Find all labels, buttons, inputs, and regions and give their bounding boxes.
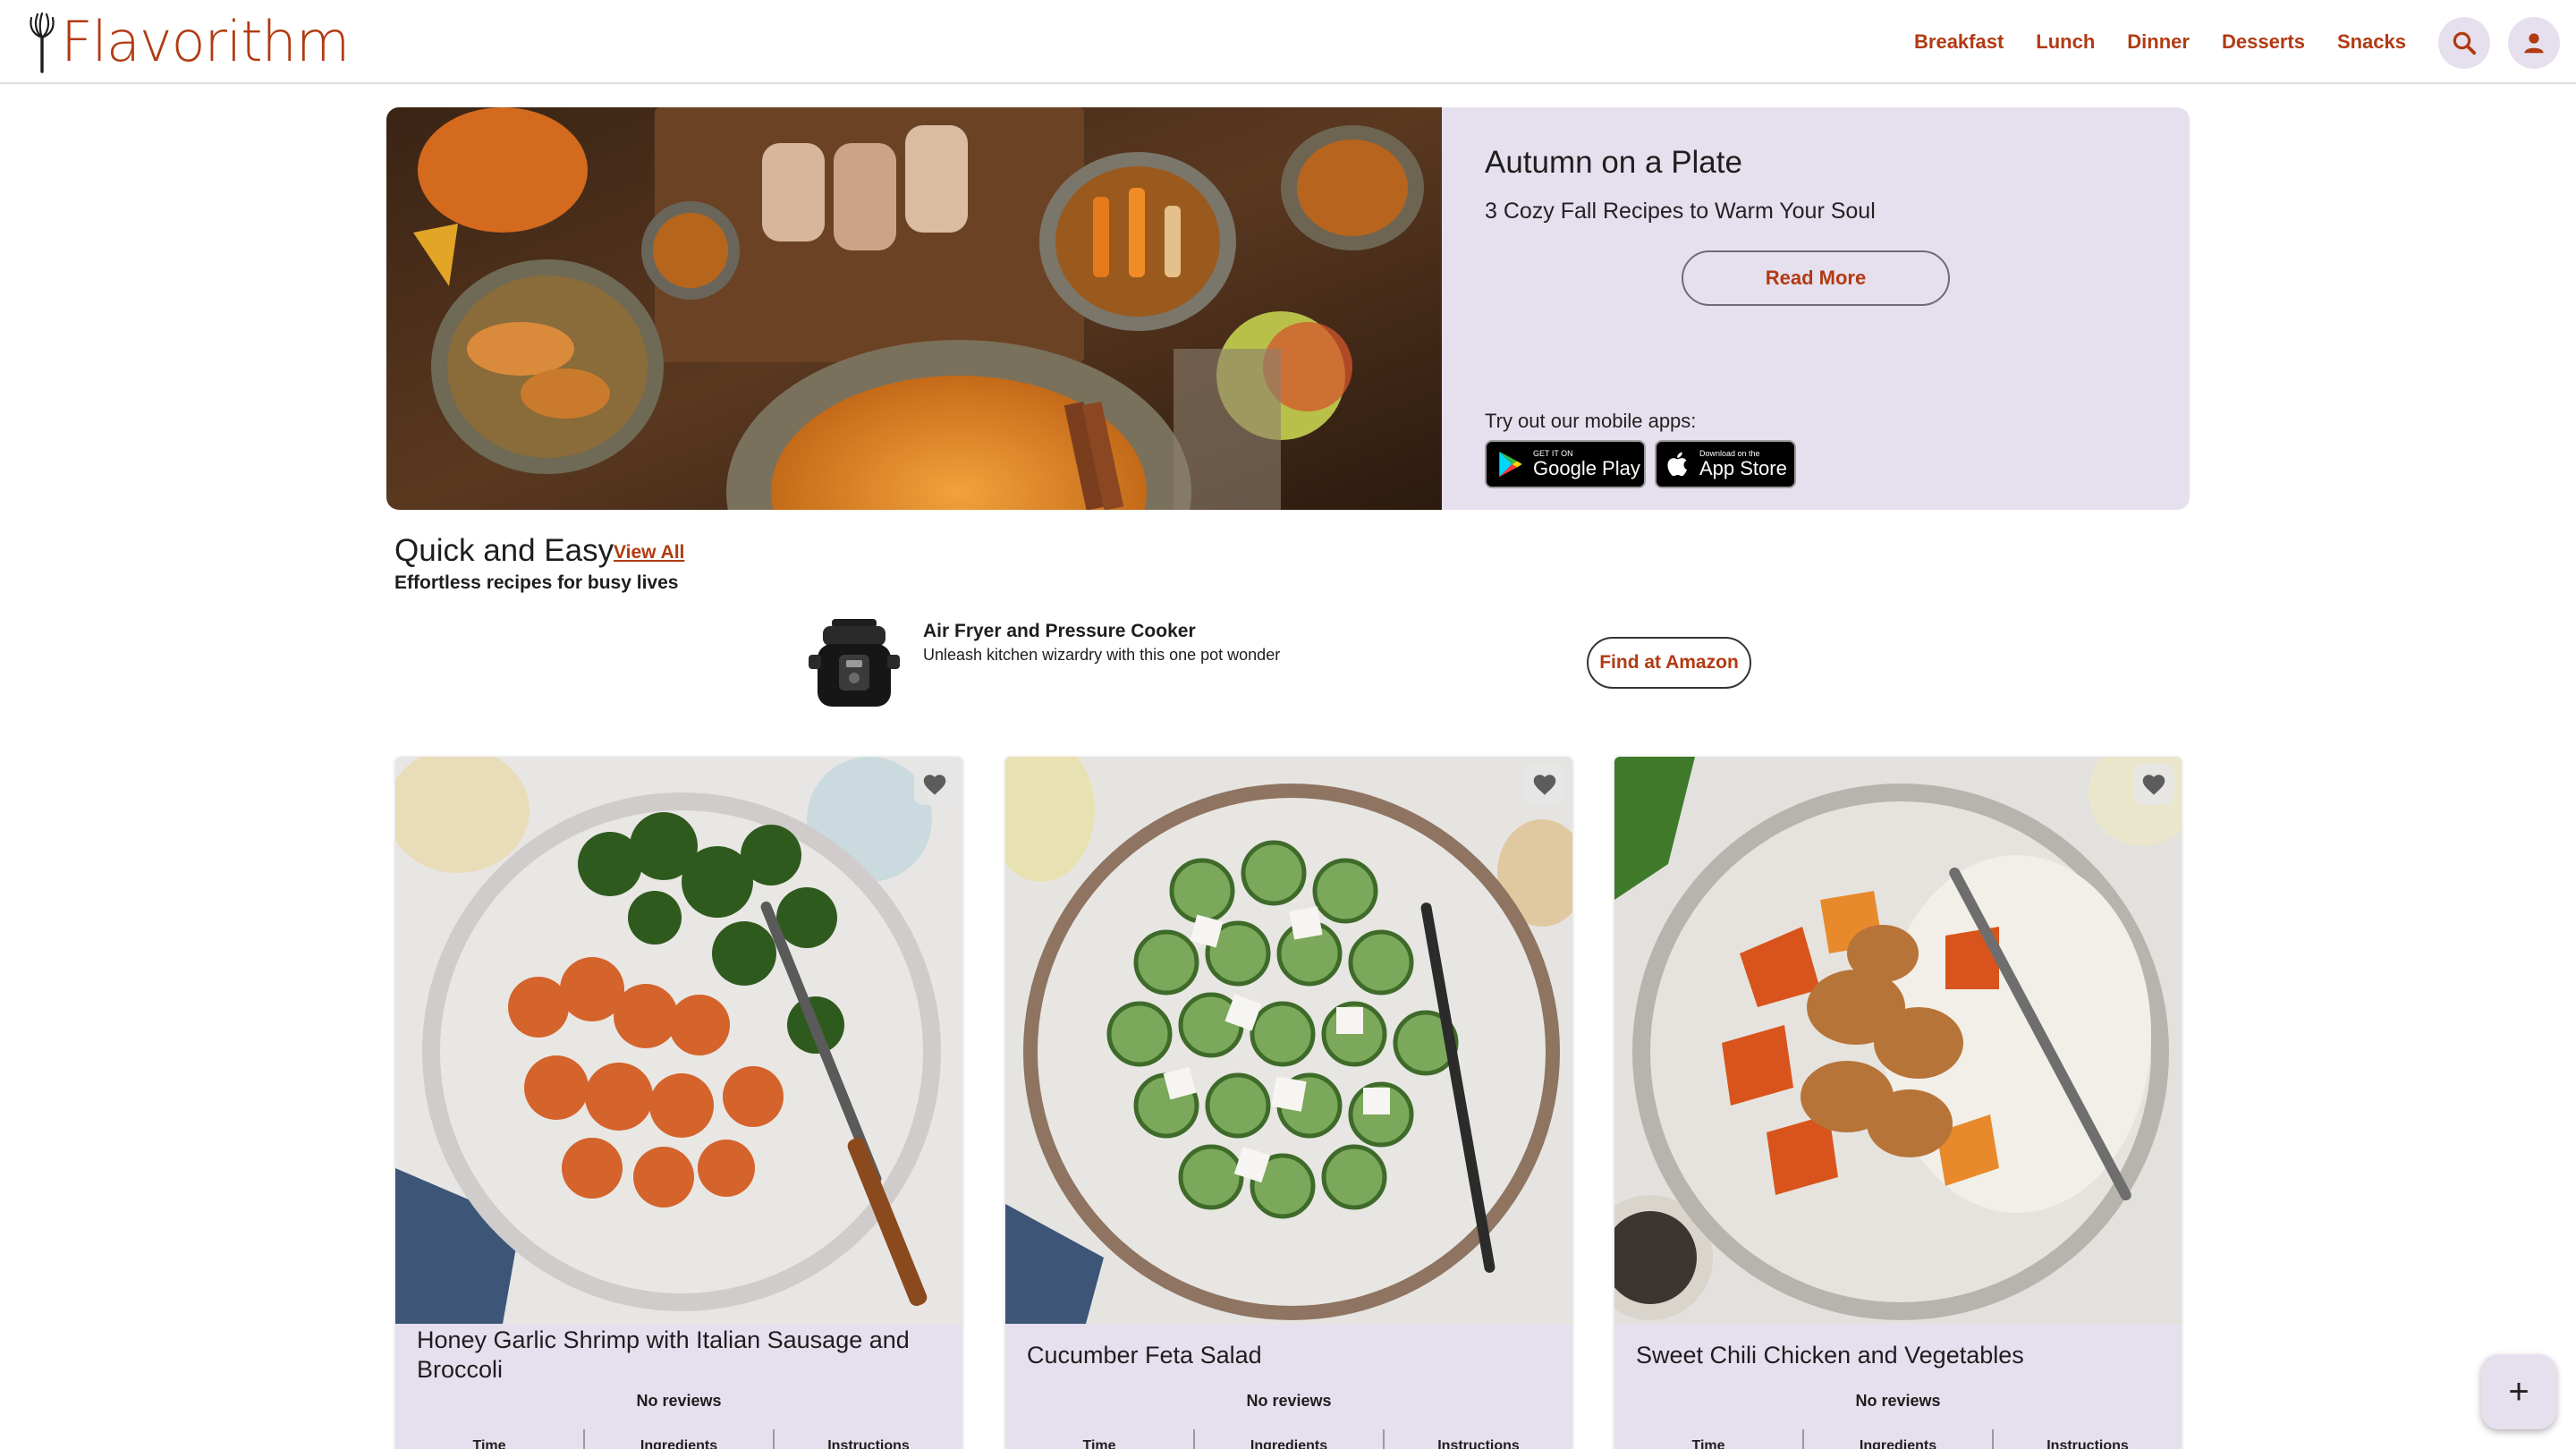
recipe-reviews: No reviews	[1246, 1392, 1332, 1410]
favorite-button[interactable]	[1524, 764, 1565, 805]
brand-logo[interactable]: Flavorithm	[27, 9, 350, 75]
recipe-card[interactable]: Cucumber Feta Salad No reviews Time Ingr…	[1005, 757, 1572, 1449]
section-subtitle: Effortless recipes for busy lives	[394, 572, 679, 593]
mobile-apps-label: Try out our mobile apps:	[1485, 410, 1697, 432]
favorite-button[interactable]	[2133, 764, 2174, 805]
recipe-image-shrimp-broccoli	[395, 757, 962, 1324]
stat-ingredients: Ingredients	[1193, 1429, 1383, 1449]
apple-icon	[1667, 452, 1687, 477]
heart-icon	[2142, 775, 2165, 795]
stat-instructions: Instructions	[1992, 1429, 2182, 1449]
stat-time: Time	[1082, 1438, 1116, 1449]
google-badge-title: Google Play	[1533, 456, 1640, 479]
add-recipe-button[interactable]: +	[2481, 1354, 2556, 1429]
stat-ingredients: Ingredients	[1802, 1429, 1992, 1449]
recipe-stats: Time Ingredients Instructions	[1614, 1429, 2182, 1449]
recipe-title[interactable]: Honey Garlic Shrimp with Italian Sausage…	[417, 1326, 945, 1385]
account-button[interactable]	[2508, 17, 2560, 69]
apple-badge-title: App Store	[1699, 456, 1787, 479]
main-nav: Breakfast Lunch Dinner Desserts Snacks	[1914, 0, 2406, 84]
stat-time: Time	[472, 1438, 506, 1449]
stat-ingredients: Ingredients	[583, 1429, 773, 1449]
heart-icon	[1533, 775, 1556, 795]
section-title: Quick and Easy	[394, 533, 614, 568]
find-at-amazon-button[interactable]: Find at Amazon	[1587, 637, 1751, 689]
recipe-stats: Time Ingredients Instructions	[1005, 1429, 1572, 1449]
search-button[interactable]	[2438, 17, 2490, 69]
brand-name: Flavorithm	[61, 9, 350, 74]
recipe-reviews: No reviews	[1855, 1392, 1941, 1410]
whisk-icon	[30, 12, 55, 73]
ad-description: Unleash kitchen wizardry with this one p…	[923, 646, 1281, 664]
pressure-cooker-image	[809, 619, 900, 707]
nav-breakfast[interactable]: Breakfast	[1914, 30, 2004, 54]
recipe-reviews: No reviews	[636, 1392, 722, 1410]
recipe-card[interactable]: Sweet Chili Chicken and Vegetables No re…	[1614, 757, 2182, 1449]
stat-instructions: Instructions	[1383, 1429, 1572, 1449]
hero-autumn-food-image	[386, 107, 1442, 510]
nav-desserts[interactable]: Desserts	[2222, 30, 2305, 54]
hero-title: Autumn on a Plate	[1485, 145, 1742, 180]
view-all-link[interactable]: View All	[614, 542, 684, 564]
site-header: Flavorithm Breakfast Lunch Dinner Desser…	[0, 0, 2576, 84]
read-more-button[interactable]: Read More	[1682, 250, 1950, 306]
ad-title: Air Fryer and Pressure Cooker	[923, 621, 1196, 641]
nav-snacks[interactable]: Snacks	[2337, 30, 2406, 54]
recipe-stats: Time Ingredients Instructions	[395, 1429, 962, 1449]
recipe-card[interactable]: Honey Garlic Shrimp with Italian Sausage…	[395, 757, 962, 1449]
recipe-title[interactable]: Cucumber Feta Salad	[1027, 1326, 1555, 1385]
hero-banner: Autumn on a Plate 3 Cozy Fall Recipes to…	[386, 107, 2190, 510]
favorite-button[interactable]	[914, 764, 955, 805]
recipe-title[interactable]: Sweet Chili Chicken and Vegetables	[1636, 1326, 2164, 1385]
google-play-badge[interactable]: GET IT ON Google Play	[1485, 440, 1646, 488]
hero-subtitle: 3 Cozy Fall Recipes to Warm Your Soul	[1485, 199, 1876, 224]
nav-dinner[interactable]: Dinner	[2127, 30, 2190, 54]
recipe-image-cucumber-feta-salad	[1005, 757, 1572, 1324]
google-play-icon	[1499, 451, 1522, 478]
app-store-badge[interactable]: Download on the App Store	[1655, 440, 1796, 488]
nav-lunch[interactable]: Lunch	[2036, 30, 2095, 54]
recipe-image-sweet-chili-chicken	[1614, 757, 2182, 1324]
user-icon	[2524, 33, 2544, 54]
search-icon	[2453, 31, 2477, 55]
stat-instructions: Instructions	[773, 1429, 962, 1449]
stat-time: Time	[1691, 1438, 1725, 1449]
heart-icon	[923, 775, 946, 795]
